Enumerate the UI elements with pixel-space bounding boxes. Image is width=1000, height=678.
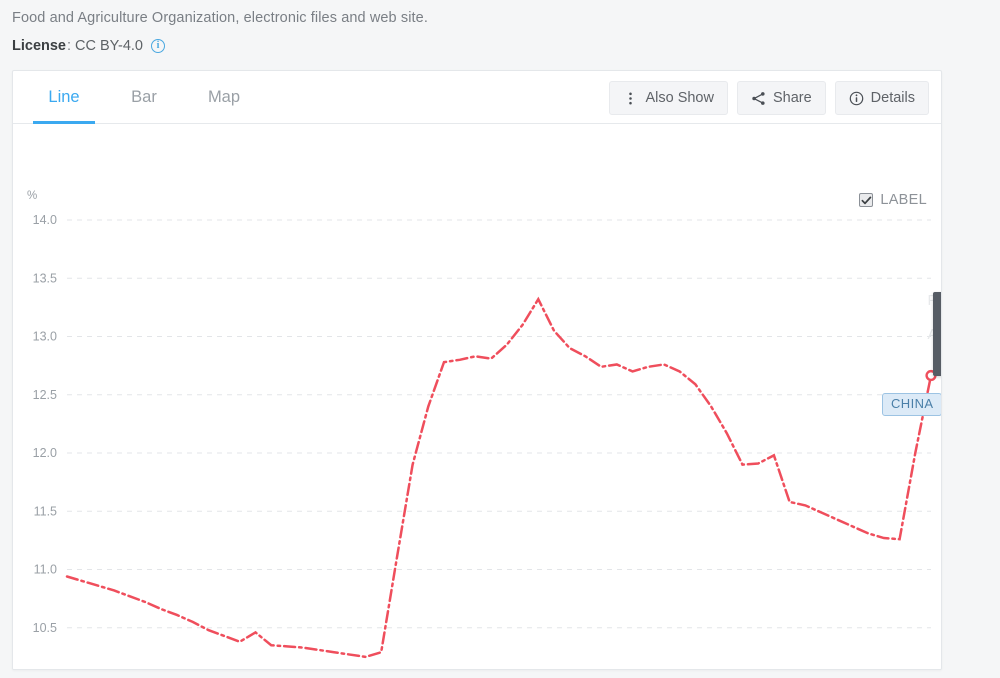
chart-tooltip: China (2016) 12.665 — [933, 291, 941, 376]
svg-text:10.5: 10.5 — [33, 621, 57, 635]
source-meta: Food and Agriculture Organization, elect… — [0, 0, 1000, 56]
share-button[interactable]: Share — [736, 81, 826, 115]
details-label: Details — [870, 90, 915, 106]
svg-text:13.0: 13.0 — [33, 330, 57, 344]
svg-text:14.0: 14.0 — [33, 213, 57, 227]
license-value: CC BY-4.0 — [75, 38, 143, 54]
chart-gridlines — [67, 219, 931, 629]
data-line-china[interactable] — [65, 296, 933, 659]
tab-bar[interactable]: Bar — [113, 71, 175, 123]
license-info-icon[interactable]: i — [151, 39, 165, 53]
line-chart-svg[interactable]: 14.013.513.012.512.011.511.010.510.0 196… — [13, 124, 942, 670]
license-row: License : CC BY-4.0 i — [12, 36, 988, 56]
also-show-label: Also Show — [645, 90, 714, 106]
series-label-badge[interactable]: CHINA — [882, 392, 941, 416]
svg-text:12.0: 12.0 — [33, 446, 57, 460]
license-separator: : — [67, 38, 72, 54]
chart-area: % LABEL 14.0 13.5 13.0 12.5 12.0 11.5 11.0 10.5… — [13, 124, 942, 670]
tab-line[interactable]: Line — [33, 71, 95, 124]
tab-map[interactable]: Map — [193, 71, 255, 123]
svg-text:13.5: 13.5 — [33, 271, 57, 285]
page-root: Food and Agriculture Organization, elect… — [0, 0, 1000, 678]
chart-tabs: Line Bar Map — [13, 71, 255, 124]
chart-y-tick-labels: 14.013.513.012.512.011.511.010.510.0 — [33, 213, 57, 635]
vertical-dots-icon — [623, 91, 638, 106]
chart-tabbar: Line Bar Map Also Show Share Details — [13, 71, 941, 124]
chart-card: Line Bar Map Also Show Share Details % L… — [12, 70, 942, 670]
info-circle-icon — [849, 91, 864, 106]
share-nodes-icon — [751, 91, 766, 106]
license-label: License — [12, 38, 66, 54]
also-show-button[interactable]: Also Show — [609, 81, 728, 115]
svg-text:11.5: 11.5 — [34, 504, 57, 518]
svg-text:12.5: 12.5 — [33, 388, 57, 402]
share-label: Share — [772, 90, 812, 106]
source-text: Food and Agriculture Organization, elect… — [12, 10, 428, 26]
svg-text:11.0: 11.0 — [34, 563, 57, 577]
details-button[interactable]: Details — [834, 81, 929, 115]
chart-actions: Also Show Share Details — [609, 81, 929, 115]
